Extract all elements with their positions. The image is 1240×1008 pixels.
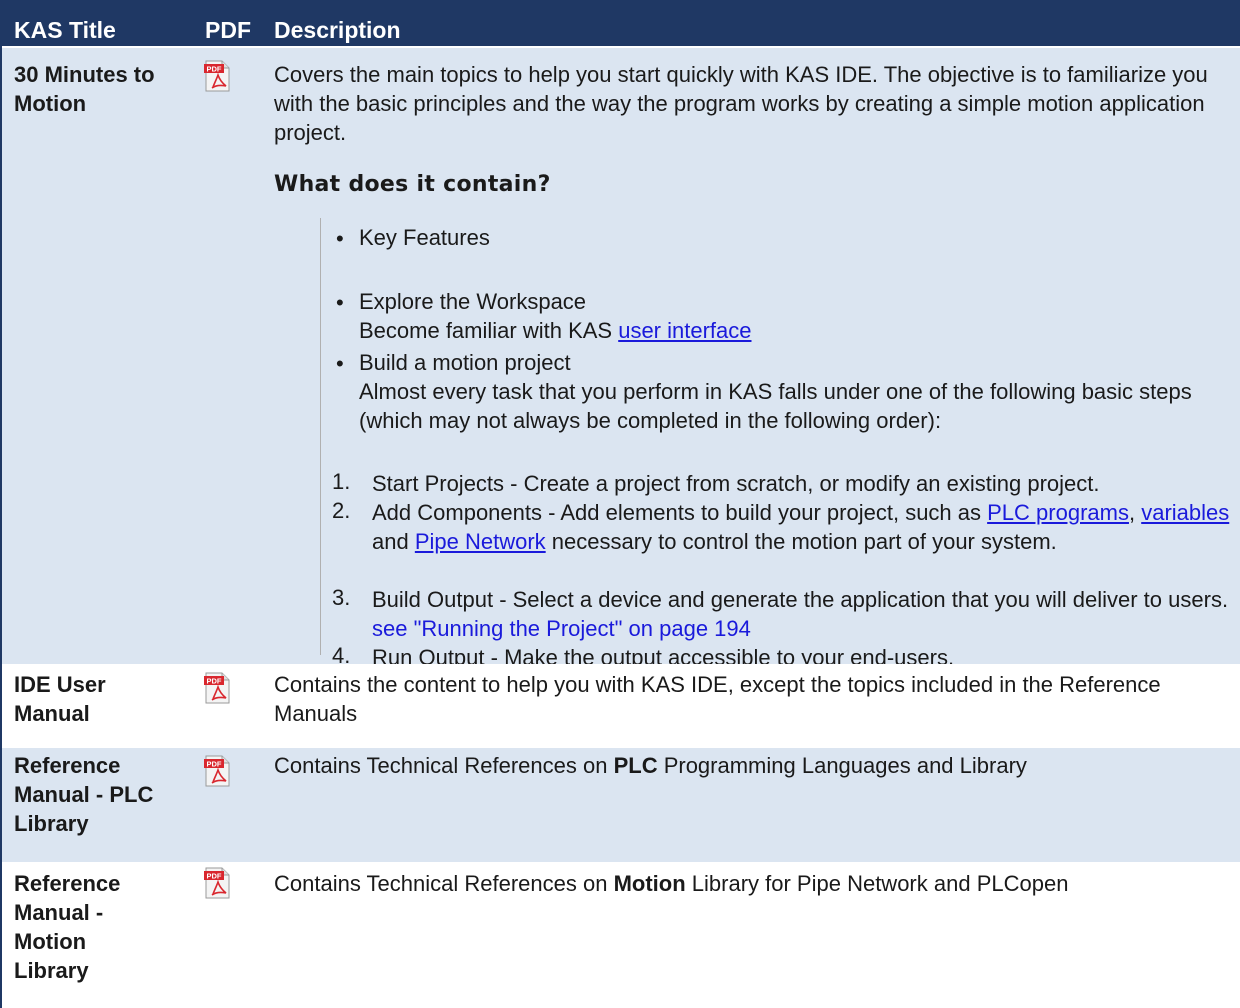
pipe-network-link[interactable]: Pipe Network bbox=[415, 529, 546, 554]
running-the-project-link[interactable]: see "Running the Project" on page 194 bbox=[372, 616, 751, 641]
list-item-detail: Become familiar with KAS user interface bbox=[359, 316, 1229, 345]
bullet-marker: • bbox=[336, 290, 344, 315]
list-item-label: Explore the Workspace bbox=[359, 289, 587, 314]
row-title: 30 Minutes to Motion bbox=[14, 62, 155, 116]
row-description: Contains Technical References on PLC Pro… bbox=[274, 751, 1234, 780]
table-row: IDE User Manual Contains the content to … bbox=[2, 666, 1240, 746]
bullet-marker: • bbox=[336, 351, 344, 376]
indent-bar bbox=[320, 218, 321, 655]
pdf-file-icon[interactable] bbox=[204, 867, 230, 899]
step-text: Start Projects - Create a project from s… bbox=[372, 471, 1100, 496]
step-number: 3. bbox=[332, 585, 351, 610]
header-pdf: PDF bbox=[205, 17, 251, 43]
list-item: Explore the Workspace Become familiar wi… bbox=[359, 287, 1229, 345]
table-row: Reference Manual - Motion Library Contai… bbox=[2, 864, 1240, 1008]
row-description: Contains the content to help you with KA… bbox=[274, 672, 1161, 726]
kas-documentation-table: KAS Title PDF Description 30 Minutes to … bbox=[0, 0, 1240, 1008]
step-number: 2. bbox=[332, 498, 351, 523]
description-part: Library for Pipe Network and PLCopen bbox=[685, 871, 1069, 896]
step-text-part: , bbox=[1128, 500, 1142, 525]
step-text-part: and bbox=[372, 529, 415, 554]
row-title: IDE User Manual bbox=[14, 672, 106, 726]
detail-text: Become familiar with KAS bbox=[359, 318, 619, 343]
list-item-label: Build a motion project bbox=[359, 350, 571, 375]
step-text: Build Output - Select a device and gener… bbox=[372, 585, 1232, 643]
row-description: Contains Technical References on Motion … bbox=[274, 869, 1234, 898]
list-item-detail: Almost every task that you perform in KA… bbox=[359, 379, 1192, 433]
header-kas-title: KAS Title bbox=[14, 17, 116, 43]
step-text-part: Add Components - Add elements to build y… bbox=[372, 500, 988, 525]
description-emphasis: Motion bbox=[613, 871, 686, 896]
pdf-file-icon[interactable] bbox=[204, 60, 230, 92]
step-text: Add Components - Add elements to build y… bbox=[372, 498, 1232, 556]
section-heading: What does it contain? bbox=[274, 172, 551, 197]
description-part: Programming Languages and Library bbox=[657, 753, 1027, 778]
row-description: Covers the main topics to help you start… bbox=[274, 62, 1208, 145]
user-interface-link[interactable]: user interface bbox=[618, 318, 751, 343]
table-header: KAS Title PDF Description bbox=[2, 0, 1240, 46]
pdf-file-icon[interactable] bbox=[204, 672, 230, 704]
row-title: Reference Manual - Motion Library bbox=[14, 871, 121, 983]
plc-programs-link[interactable]: PLC programs bbox=[987, 500, 1129, 525]
list-item: Key Features bbox=[359, 225, 490, 250]
pdf-file-icon[interactable] bbox=[204, 755, 230, 787]
row-title: Reference Manual - PLC Library bbox=[14, 753, 154, 836]
table-row: Reference Manual - PLC Library Contains … bbox=[2, 748, 1240, 862]
description-part: Contains Technical References on bbox=[274, 753, 614, 778]
variables-link[interactable]: variables bbox=[1141, 500, 1229, 525]
bullet-marker: • bbox=[336, 226, 344, 251]
list-item: Build a motion project Almost every task… bbox=[359, 348, 1229, 435]
description-part: Contains Technical References on bbox=[274, 871, 614, 896]
header-description: Description bbox=[274, 17, 401, 43]
description-emphasis: PLC bbox=[613, 753, 658, 778]
step-number: 1. bbox=[332, 469, 351, 494]
step-text-part: Build Output - Select a device and gener… bbox=[372, 587, 1229, 612]
step-text-part: necessary to control the motion part of … bbox=[545, 529, 1057, 554]
